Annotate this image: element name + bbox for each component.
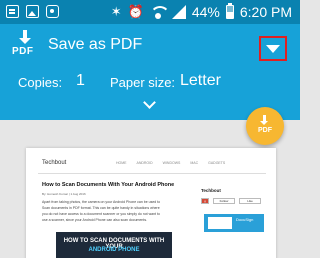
preview-sidebar-title: Techbout: [201, 188, 221, 193]
pdf-download-icon: PDF: [12, 30, 42, 60]
message-icon: [6, 5, 19, 18]
system-icons: ✶ ⏰ 44% 6:20 PM: [110, 3, 292, 20]
download-pdf-label: PDF: [258, 127, 272, 134]
status-bar: ✶ ⏰ 44% 6:20 PM: [0, 0, 300, 24]
preview-byline: By: Homesh Kumar | 1 Aug 2016: [42, 192, 86, 196]
print-options-header: PDF Save as PDF Copies: 1 Paper size: Le…: [0, 24, 300, 120]
preview-ad-text: DocuSign: [236, 217, 254, 222]
alarm-icon: ⏰: [127, 4, 144, 19]
preview-body-line: Scan documents in PDF format. This can b…: [42, 206, 160, 210]
preview-article-image: HOW TO SCAN DOCUMENTS WITH YOUR ANDROID …: [56, 232, 172, 258]
preview-article-title: How to Scan Documents With Your Android …: [42, 182, 175, 188]
preview-nav-item: MAC: [190, 161, 199, 165]
preview-social-buttons: g Follow Like: [201, 198, 261, 204]
pdf-logo-text: PDF: [12, 46, 34, 57]
mute-icon: ✶: [110, 4, 122, 19]
preview-nav-item: ANDROID: [136, 161, 153, 165]
battery-percent: 44%: [191, 4, 220, 20]
preview-body-line: Apart from taking photos, the camera on …: [42, 200, 161, 204]
page-preview[interactable]: Techbout HOME ANDROID WINDOWS MAC GADGET…: [26, 148, 276, 258]
dropdown-arrow-icon: [266, 44, 280, 53]
image-icon: [26, 5, 39, 18]
preview-site-name: Techbout: [42, 160, 67, 166]
preview-nav-item: WINDOWS: [162, 161, 181, 165]
download-icon: [260, 115, 268, 125]
paper-size-label: Paper size:: [110, 75, 176, 90]
copies-value[interactable]: 1: [76, 72, 85, 90]
preview-image-subtitle: ANDROID PHONE: [88, 247, 140, 253]
notification-icons: [6, 5, 59, 18]
preview-ad-image: [208, 217, 232, 229]
preview-nav: HOME ANDROID WINDOWS MAC GADGETS: [116, 161, 225, 165]
copies-label: Copies:: [18, 75, 63, 90]
preview-ad-banner: DocuSign: [204, 214, 264, 232]
outlook-icon: [46, 5, 59, 18]
preview-follow-chip: Follow: [213, 198, 235, 204]
preview-body-line: use a scanner, since your Android Phone …: [42, 218, 148, 222]
wifi-icon: [149, 6, 170, 19]
preview-body-line: you do not have access to a document sca…: [42, 212, 160, 216]
paper-size-value[interactable]: Letter: [180, 72, 221, 90]
signal-icon: [171, 5, 186, 19]
preview-divider: [38, 173, 266, 174]
printer-dropdown-button[interactable]: [259, 36, 287, 61]
preview-like-chip: Like: [239, 198, 261, 204]
battery-icon: [225, 3, 234, 19]
download-pdf-button[interactable]: PDF: [246, 107, 284, 145]
printer-title[interactable]: Save as PDF: [48, 36, 142, 54]
preview-nav-item: GADGETS: [208, 161, 226, 165]
preview-nav-item: HOME: [116, 161, 127, 165]
expand-options-chevron-icon[interactable]: [143, 98, 155, 110]
clock: 6:20 PM: [239, 4, 292, 20]
google-plus-icon: g: [201, 198, 209, 204]
